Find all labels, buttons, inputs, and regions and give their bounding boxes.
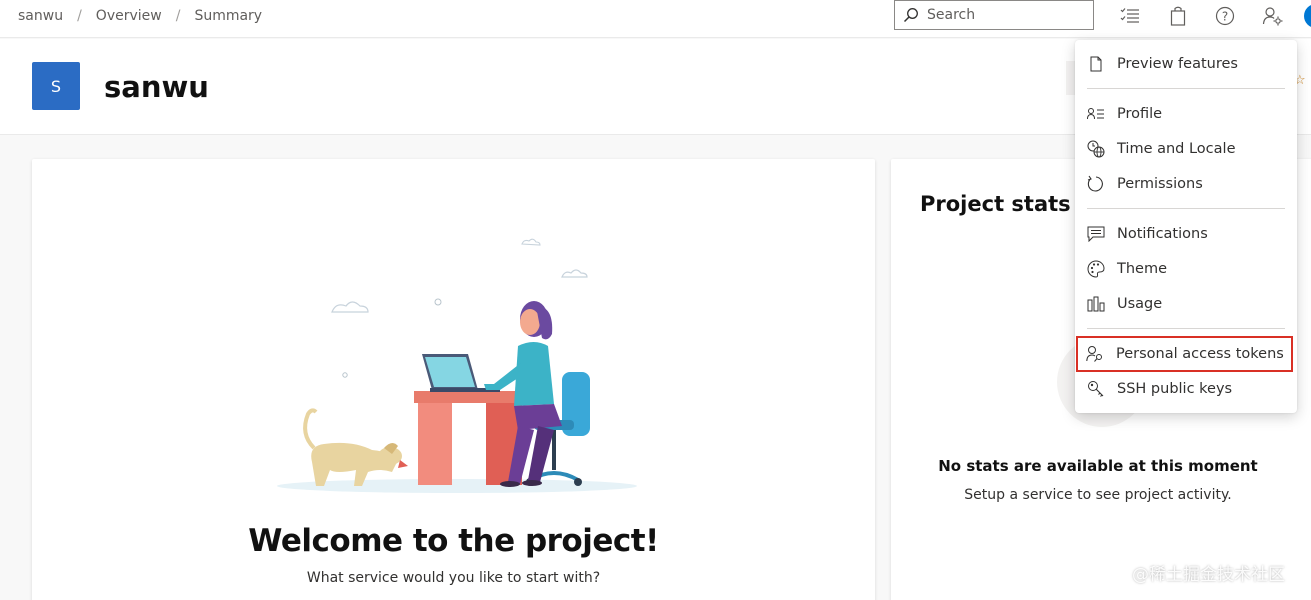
search-placeholder: Search	[927, 7, 976, 23]
shopping-bag-icon[interactable]	[1166, 5, 1190, 27]
menu-item-label: Personal access tokens	[1116, 346, 1284, 362]
svg-text:?: ?	[1222, 10, 1228, 24]
message-icon	[1087, 225, 1105, 243]
menu-item-usage[interactable]: Usage	[1079, 288, 1293, 320]
menu-item-preview-features[interactable]: Preview features	[1079, 48, 1293, 80]
person-key-icon	[1086, 345, 1104, 363]
breadcrumb-item-sanwu[interactable]: sanwu	[18, 8, 63, 24]
menu-separator	[1087, 208, 1285, 209]
bar-chart-icon	[1087, 295, 1105, 313]
menu-item-label: Notifications	[1117, 226, 1208, 242]
search-box[interactable]: Search	[894, 0, 1094, 30]
menu-item-time-and-locale[interactable]: Time and Locale	[1079, 133, 1293, 165]
menu-separator	[1087, 88, 1285, 89]
menu-item-label: Permissions	[1117, 176, 1203, 192]
breadcrumb-separator: /	[175, 8, 181, 24]
refresh-icon	[1087, 175, 1105, 193]
menu-item-label: Theme	[1117, 261, 1168, 277]
menu-item-permissions[interactable]: Permissions	[1079, 168, 1293, 200]
avatar[interactable]	[1304, 4, 1311, 28]
welcome-title: Welcome to the project!	[248, 523, 659, 559]
welcome-subtitle: What service would you like to start wit…	[306, 570, 601, 586]
stats-title: Project stats	[920, 192, 1071, 216]
menu-item-theme[interactable]: Theme	[1079, 253, 1293, 285]
project-avatar: S	[32, 62, 80, 110]
user-settings-menu: Preview features Profile Time and Locale…	[1075, 40, 1297, 413]
globe-clock-icon	[1087, 140, 1105, 158]
menu-item-label: SSH public keys	[1117, 381, 1233, 397]
menu-item-label: Preview features	[1117, 56, 1238, 72]
breadcrumb-item-summary[interactable]: Summary	[194, 8, 262, 24]
user-settings-icon[interactable]	[1261, 5, 1285, 27]
project-name: sanwu	[104, 70, 209, 104]
menu-separator	[1087, 328, 1285, 329]
document-icon	[1087, 55, 1105, 73]
menu-item-profile[interactable]: Profile	[1079, 98, 1293, 130]
welcome-card: Welcome to the project! What service wou…	[32, 159, 875, 600]
welcome-illustration	[277, 238, 637, 493]
menu-item-personal-access-tokens[interactable]: Personal access tokens	[1076, 336, 1293, 372]
stats-empty-title: No stats are available at this moment	[938, 457, 1258, 475]
breadcrumb-separator: /	[77, 8, 82, 24]
watermark-text: @稀土掘金技术社区	[1132, 565, 1285, 585]
stats-empty-subtitle: Setup a service to see project activity.	[964, 487, 1232, 503]
palette-icon	[1087, 260, 1105, 278]
help-icon[interactable]: ?	[1213, 5, 1237, 27]
contact-card-icon	[1087, 105, 1105, 123]
menu-item-label: Time and Locale	[1117, 141, 1236, 157]
top-bar: sanwu / Overview / Summary Search ?	[0, 0, 1311, 38]
menu-item-label: Profile	[1117, 106, 1163, 122]
task-list-icon[interactable]	[1118, 5, 1142, 27]
search-icon	[903, 8, 918, 23]
breadcrumb-item-overview[interactable]: Overview	[96, 8, 162, 24]
breadcrumb: sanwu / Overview / Summary	[18, 8, 262, 24]
key-icon	[1087, 380, 1105, 398]
menu-item-label: Usage	[1117, 296, 1163, 312]
menu-item-ssh-public-keys[interactable]: SSH public keys	[1079, 373, 1293, 405]
menu-item-notifications[interactable]: Notifications	[1079, 218, 1293, 250]
